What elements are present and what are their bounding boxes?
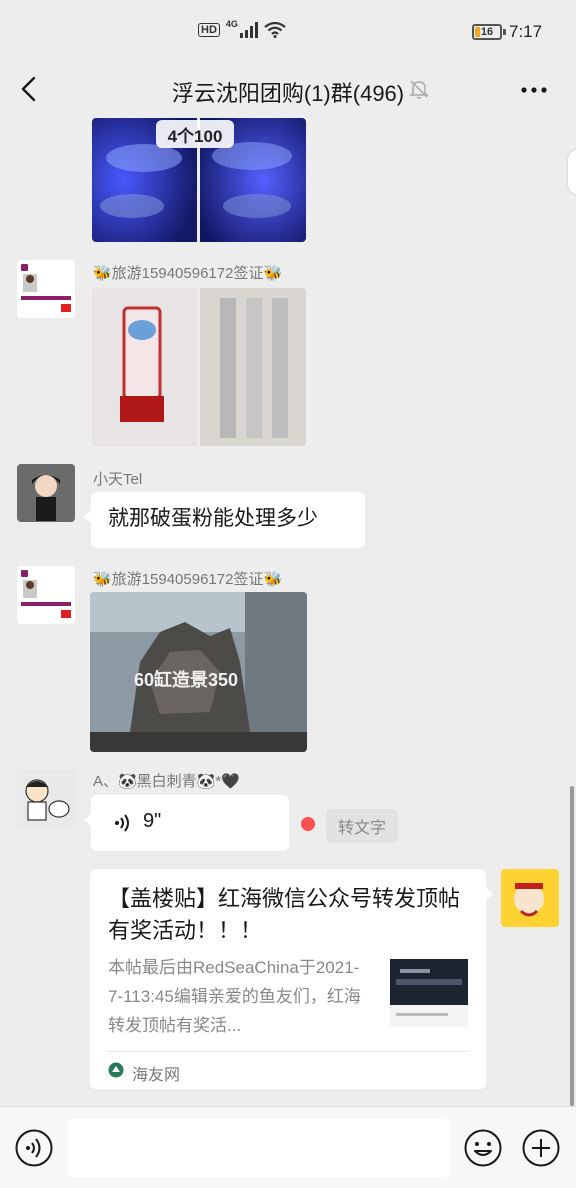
image-caption: 4个100: [167, 127, 223, 146]
battery-tip: [503, 29, 506, 35]
link-card-bubble[interactable]: 【盖楼贴】红海微信公众号转发顶帖有奖活动！！！ 本帖最后由RedSeaChina…: [90, 869, 493, 1089]
bubble-tail: [84, 813, 92, 827]
link-card-title: 【盖楼贴】红海微信公众号转发顶帖有奖活动！！！: [108, 886, 461, 943]
image-message[interactable]: [92, 288, 306, 446]
cartoon-character-avatar: [501, 869, 559, 927]
sender-name: 🐝旅游15940596172签证🐝: [93, 571, 283, 588]
mute-bell-icon: [408, 78, 430, 100]
input-bar: [0, 1106, 576, 1188]
battery-icon: 16: [472, 24, 502, 40]
status-icons: HD 4G: [198, 19, 286, 38]
image-caption: 60缸造景350: [134, 670, 239, 690]
avatar-self[interactable]: [501, 869, 559, 927]
link-card-thumbnail: [390, 959, 468, 1027]
network-type: 4G: [225, 19, 238, 29]
status-bar: HD 4G 16 7:17: [0, 0, 576, 62]
bubble-tail: [84, 510, 92, 524]
article-thumbnail-image: [390, 959, 468, 1027]
image-message[interactable]: 4个100: [92, 118, 306, 242]
card-divider: [108, 1051, 468, 1052]
image-message[interactable]: 60缸造景350: [90, 592, 307, 752]
scrollbar[interactable]: [570, 786, 574, 1106]
more-dots-icon: [521, 87, 547, 93]
unread-dot: [301, 817, 315, 831]
more-functions-button[interactable]: [521, 1128, 561, 1168]
signal-icon: [239, 22, 258, 38]
more-options-button[interactable]: [516, 76, 552, 104]
avatar-travel-card[interactable]: [17, 566, 75, 624]
emoji-button[interactable]: [463, 1128, 503, 1168]
wifi-icon: [264, 22, 286, 38]
avatar-travel-card[interactable]: [17, 260, 75, 318]
message-text: 就那破蛋粉能处理多少: [108, 507, 318, 530]
cartoon-person-avatar: [17, 464, 75, 522]
bubble-tail: [485, 887, 493, 901]
voice-duration: 9": [143, 810, 162, 832]
message-input[interactable]: [68, 1119, 450, 1177]
battery-percent: 16: [480, 26, 494, 38]
avatar-xiaotian[interactable]: [17, 464, 75, 522]
clock: 7:17: [509, 22, 543, 41]
cartoon-kid-avatar: [17, 769, 75, 827]
sender-name: A、🐼黑白刺青🐼*🖤: [93, 773, 240, 790]
sender-name: 小天Tel: [93, 471, 143, 488]
side-scroll-handle[interactable]: [568, 150, 576, 194]
voice-message-bubble[interactable]: 9": [84, 795, 289, 851]
source-logo-icon: [108, 1062, 124, 1078]
business-card-avatar: [17, 566, 75, 624]
hd-badge: HD: [198, 23, 220, 37]
convert-to-text-button[interactable]: 转文字: [326, 809, 399, 843]
link-card-source: 海友网: [132, 1067, 181, 1084]
link-card-description: 本帖最后由RedSeaChina于2021-7-113:45编辑亲爱的鱼友们，红…: [108, 958, 361, 1035]
equipment-photo-image: [92, 288, 306, 446]
chat-message-list[interactable]: 4个100 🐝旅游15940596172签证🐝 小天Tel 就那破蛋粉能处理多少…: [0, 118, 576, 1106]
voice-input-button[interactable]: [14, 1128, 54, 1168]
sender-name: 🐝旅游15940596172签证🐝: [93, 265, 283, 282]
text-message-bubble[interactable]: 就那破蛋粉能处理多少: [84, 492, 365, 548]
business-card-avatar: [17, 260, 75, 318]
voice-icon: [15, 1129, 53, 1167]
emoji-icon: [464, 1129, 502, 1167]
chat-title: 浮云沈阳团购(1)群(496): [171, 81, 405, 106]
plus-icon: [522, 1129, 560, 1167]
chat-header: 浮云沈阳团购(1)群(496): [0, 62, 576, 118]
avatar-crayon-shin[interactable]: [17, 769, 75, 827]
voice-wave-icon: [115, 814, 129, 832]
